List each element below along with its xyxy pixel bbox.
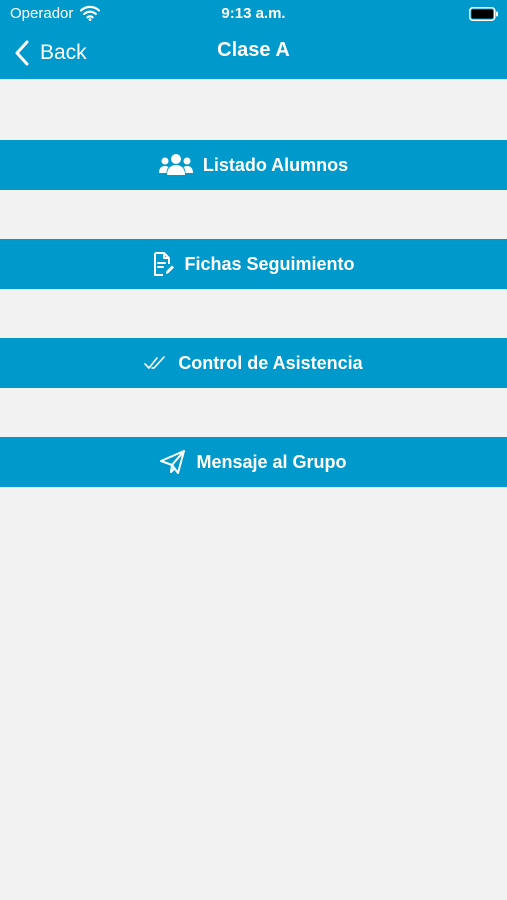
mensaje-grupo-label: Mensaje al Grupo [196,451,347,472]
listado-alumnos-label: Listado Alumnos [202,154,349,175]
status-bar: Operador 9:13 a.m. [0,0,507,28]
users-icon [158,153,193,177]
control-asistencia-label: Control de Asistencia [178,352,363,373]
paper-plane-icon [160,450,186,474]
document-edit-icon [152,252,175,276]
control-asistencia-button[interactable]: Control de Asistencia [0,338,507,388]
header: Operador 9:13 a.m. Back Clase A [0,0,507,79]
fichas-seguimiento-button[interactable]: Fichas Seguimiento [0,239,507,289]
listado-alumnos-button[interactable]: Listado Alumnos [0,140,507,190]
page-title: Clase A [217,39,290,61]
battery-icon [469,7,498,21]
double-check-icon [144,355,168,371]
mensaje-grupo-button[interactable]: Mensaje al Grupo [0,437,507,487]
nav-bar: Back Clase A [0,28,507,79]
status-time: 9:13 a.m. [221,5,286,22]
fichas-seguimiento-label: Fichas Seguimiento [184,253,355,274]
